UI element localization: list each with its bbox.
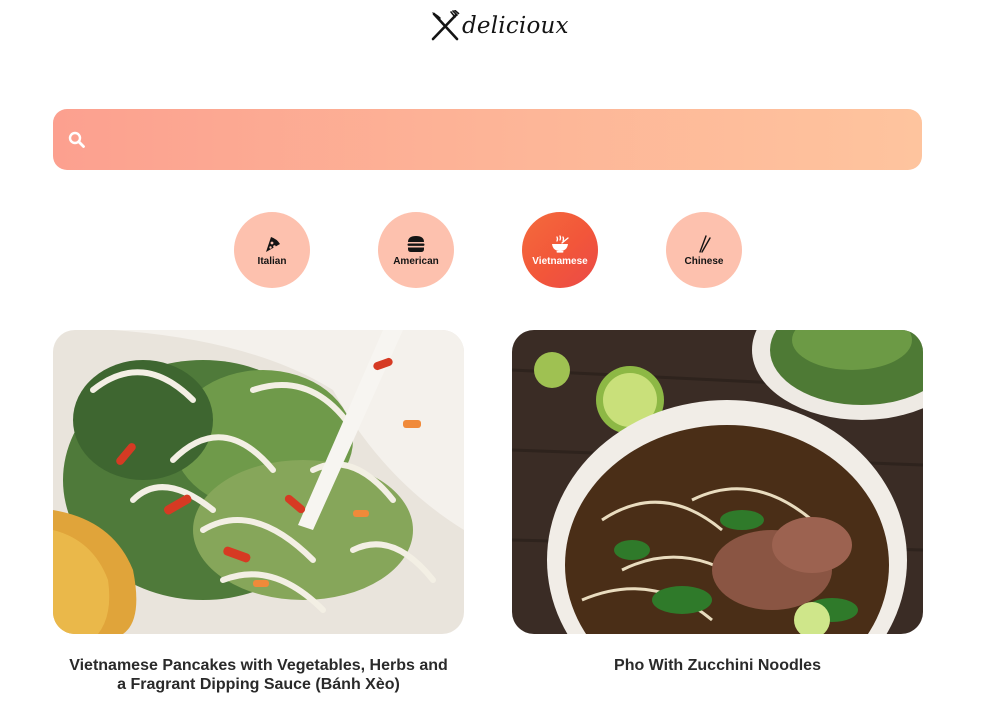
recipe-image-banh-xeo[interactable] xyxy=(53,330,464,634)
category-label: American xyxy=(393,255,439,267)
recipe-card[interactable]: Vietnamese Pancakes with Vegetables, Her… xyxy=(53,330,464,694)
burger-icon xyxy=(407,235,425,252)
category-american[interactable]: American xyxy=(378,212,454,288)
search-input[interactable] xyxy=(97,109,906,170)
category-label: Italian xyxy=(257,255,287,267)
category-label: Chinese xyxy=(684,255,724,267)
search-bar[interactable] xyxy=(53,109,922,170)
recipe-title[interactable]: Pho With Zucchini Noodles xyxy=(512,656,923,675)
site-logo[interactable]: delicioux xyxy=(430,10,569,42)
category-vietnamese[interactable]: Vietnamese xyxy=(522,212,598,288)
pizza-icon xyxy=(266,236,280,252)
recipe-image-pho[interactable] xyxy=(512,330,923,634)
chopsticks-icon xyxy=(699,234,711,253)
logo-text: delicioux xyxy=(462,13,569,39)
category-label: Vietnamese xyxy=(532,255,588,267)
recipe-card[interactable]: Pho With Zucchini Noodles xyxy=(512,330,923,675)
recipe-title[interactable]: Vietnamese Pancakes with Vegetables, Her… xyxy=(53,656,464,694)
fork-knife-icon xyxy=(431,10,460,41)
noodle-bowl-icon xyxy=(552,234,569,253)
search-icon[interactable] xyxy=(68,131,85,148)
category-chinese[interactable]: Chinese xyxy=(666,212,742,288)
category-italian[interactable]: Italian xyxy=(234,212,310,288)
